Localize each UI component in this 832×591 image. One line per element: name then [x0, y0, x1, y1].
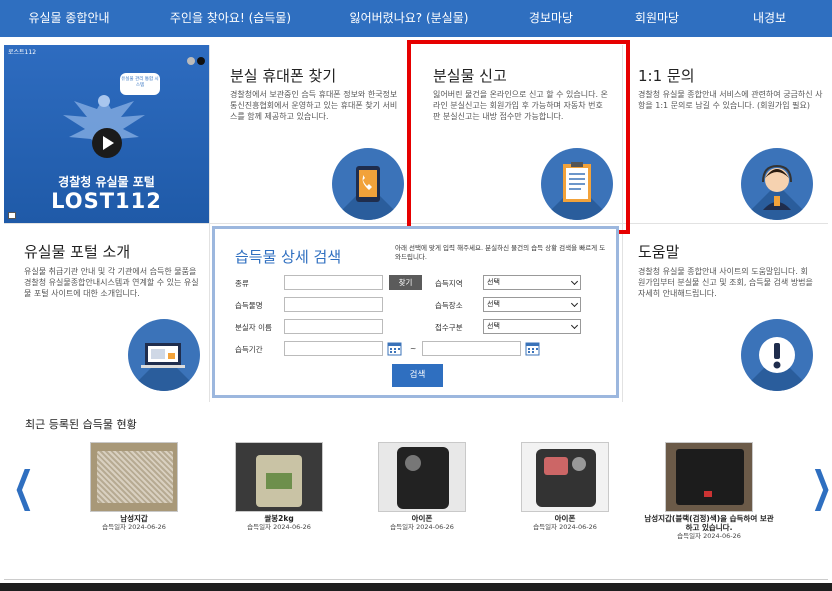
found-item-card[interactable]: 남성지갑(블랙(검정)색)을 습득하여 보관하고 있습니다. 습득일자 2024… — [644, 442, 774, 541]
slider-dot[interactable] — [197, 57, 205, 65]
card-title: 1:1 문의 — [638, 67, 695, 85]
bottom-bar — [0, 583, 832, 591]
receipt-type-select[interactable]: 선택 — [483, 319, 581, 334]
nav-item-lost-guide[interactable]: 유실물 종합안내 — [0, 0, 138, 37]
video-brand: LOST112 — [51, 189, 162, 213]
label-loser-name: 분실자 이름 — [235, 323, 272, 332]
found-item-card[interactable]: 쌀봉2kg 습득일자 2024-06-26 — [214, 442, 344, 532]
item-date: 습득일자 2024-06-26 — [533, 523, 597, 531]
carousel-prev-icon[interactable]: ❮ — [13, 462, 34, 511]
label-place: 습득장소 — [435, 301, 463, 310]
item-name: 남성지갑(블랙(검정)색)을 습득하여 보관하고 있습니다. — [644, 514, 774, 532]
item-name: 아이폰 — [554, 514, 576, 523]
calendar-icon[interactable] — [525, 341, 540, 356]
found-item-search-panel: 습득물 상세 검색 아래 선택에 맞게 입력 해주세요. 분실하신 물건의 습득… — [212, 226, 619, 398]
period-start-input[interactable] — [284, 341, 383, 356]
slider-dot[interactable] — [187, 57, 195, 65]
label-region: 습득지역 — [435, 279, 463, 288]
card-lost-phone[interactable]: 분실 휴대폰 찾기 경찰청에서 보관중인 습득 휴대폰 정보와 한국정보통신진흥… — [210, 45, 408, 223]
region-select[interactable]: 선택 — [483, 275, 581, 290]
recent-found-items: 최근 등록된 습득물 현황 ❮ ❯ 남성지갑 습득일자 2024-06-26 쌀… — [4, 402, 832, 580]
card-description: 경찰청 유실물 종합안내 사이트의 도움말입니다. 회원가입부터 분실물 신고 … — [638, 267, 813, 298]
item-name-input[interactable] — [284, 297, 383, 312]
search-title: 습득물 상세 검색 — [235, 248, 342, 266]
search-note: 아래 선택에 맞게 입력 해주세요. 분실하신 물건의 습득 상황 검색을 빠르… — [395, 244, 606, 261]
nav-item-found-items[interactable]: 주인을 찾아요! (습득물) — [138, 0, 323, 37]
monitor-icon — [128, 319, 200, 391]
item-date: 습득일자 2024-06-26 — [677, 532, 741, 540]
video-tag: 로스트112 — [8, 49, 37, 56]
card-title: 분실 휴대폰 찾기 — [230, 67, 337, 85]
card-description: 경찰청에서 보관중인 습득 휴대폰 정보와 한국정보통신진흥협회에서 운영하고 … — [230, 90, 398, 121]
place-select[interactable]: 선택 — [483, 297, 581, 312]
item-date: 습득일자 2024-06-26 — [390, 523, 454, 531]
item-name: 아이폰 — [411, 514, 433, 523]
card-title: 유실물 포털 소개 — [24, 243, 131, 261]
card-portal-intro[interactable]: 유실물 포털 소개 유실물 취급기관 안내 및 각 기관에서 습득한 물품을 경… — [4, 224, 209, 402]
period-end-input[interactable] — [422, 341, 521, 356]
label-receipt-type: 접수구분 — [435, 323, 463, 332]
category-input[interactable] — [284, 275, 383, 290]
item-name: 남성지갑 — [120, 514, 148, 523]
nav-item-my-info[interactable]: 내경보 — [707, 0, 832, 37]
promo-video[interactable]: 로스트112 유실물 관리 통합 시스템 경찰청 유실물 포털 LOST112 — [4, 45, 209, 223]
highlight-box — [407, 40, 630, 234]
video-control-icon[interactable] — [8, 212, 16, 219]
find-button[interactable]: 찾기 — [389, 275, 422, 290]
search-button[interactable]: 검색 — [392, 364, 443, 387]
item-photo — [378, 442, 466, 512]
nav-item-info-board[interactable]: 경보마당 — [495, 0, 607, 37]
recent-title: 최근 등록된 습득물 현황 — [25, 418, 137, 431]
item-photo — [235, 442, 323, 512]
item-name: 쌀봉2kg — [264, 514, 294, 523]
item-date: 습득일자 2024-06-26 — [247, 523, 311, 531]
exclamation-icon — [741, 319, 813, 391]
label-category: 종류 — [235, 279, 249, 288]
card-inquiry[interactable]: 1:1 문의 경찰청 유실물 종합안내 서비스에 관련하여 궁금하신 사항을 1… — [623, 45, 828, 223]
calendar-icon[interactable] — [387, 341, 402, 356]
card-description: 유실물 취급기관 안내 및 각 기관에서 습득한 물품을 경찰청 유실물종합안내… — [24, 267, 199, 298]
item-photo — [665, 442, 753, 512]
nav-item-lost-items[interactable]: 잃어버렸나요? (분실물) — [323, 0, 495, 37]
found-item-card[interactable]: 아이폰 습득일자 2024-06-26 — [500, 442, 630, 532]
nav-item-member[interactable]: 회원마당 — [607, 0, 707, 37]
video-bubble: 유실물 관리 통합 시스템 — [120, 73, 160, 95]
found-item-card[interactable]: 아이폰 습득일자 2024-06-26 — [357, 442, 487, 532]
item-date: 습득일자 2024-06-26 — [102, 523, 166, 531]
top-navigation: 유실물 종합안내 주인을 찾아요! (습득물) 잃어버렸나요? (분실물) 경보… — [0, 0, 832, 37]
period-separator: ~ — [410, 344, 417, 353]
card-description: 경찰청 유실물 종합안내 서비스에 관련하여 궁금하신 사항을 1:1 문의로 … — [638, 90, 823, 110]
card-title: 도움말 — [638, 243, 680, 261]
item-photo — [90, 442, 178, 512]
label-period: 습득기간 — [235, 345, 263, 354]
play-icon[interactable] — [92, 128, 122, 158]
found-item-card[interactable]: 남성지갑 습득일자 2024-06-26 — [69, 442, 199, 532]
carousel-next-icon[interactable]: ❯ — [811, 462, 832, 511]
slider-dots[interactable] — [185, 50, 205, 69]
card-help[interactable]: 도움말 경찰청 유실물 종합안내 사이트의 도움말입니다. 회원가입부터 분실물… — [623, 224, 828, 402]
operator-icon — [741, 148, 813, 220]
loser-name-input[interactable] — [284, 319, 383, 334]
page: 유실물 종합안내 주인을 찾아요! (습득물) 잃어버렸나요? (분실물) 경보… — [0, 0, 832, 591]
item-photo — [521, 442, 609, 512]
phone-icon — [332, 148, 404, 220]
label-item-name: 습득물명 — [235, 301, 263, 310]
video-title: 경찰청 유실물 포털 — [58, 175, 155, 189]
